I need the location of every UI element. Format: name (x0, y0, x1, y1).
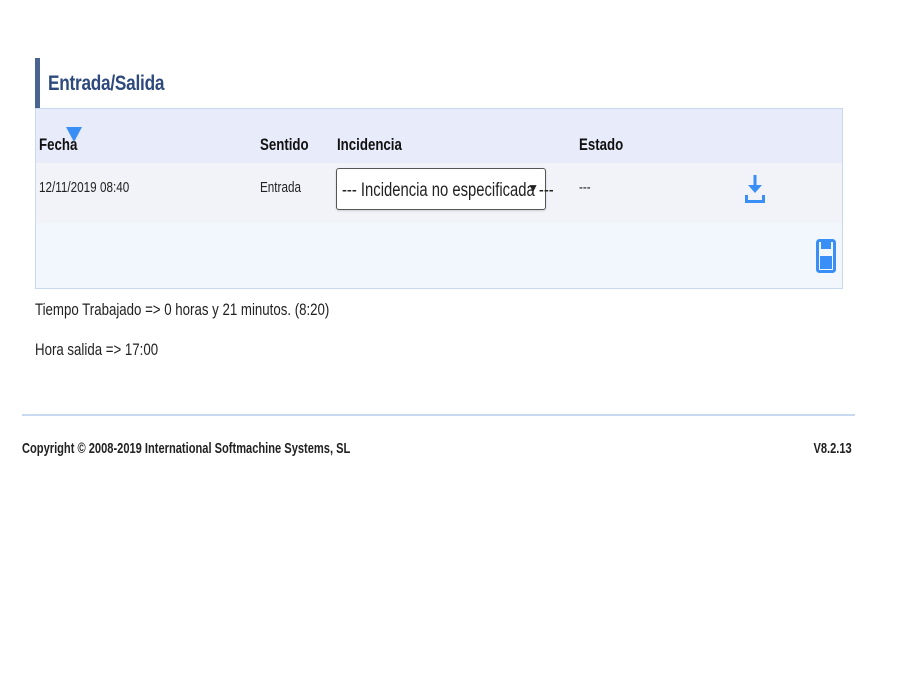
column-header-sentido: Sentido (260, 135, 309, 154)
section-title: Entrada/Salida (48, 72, 165, 95)
section-header: Entrada/Salida (35, 58, 235, 108)
table-header-row: Fecha Sentido Incidencia Estado (36, 109, 842, 163)
download-icon[interactable] (742, 173, 768, 205)
cell-sentido: Entrada (260, 179, 301, 196)
incidencia-select[interactable]: --- Incidencia no especificada --- ▼ (336, 168, 554, 210)
sort-descending-icon[interactable] (66, 127, 82, 142)
save-icon[interactable] (816, 239, 836, 273)
cell-fecha: 12/11/2019 08:40 (39, 179, 130, 196)
chevron-down-icon: ▼ (527, 181, 539, 195)
column-header-estado: Estado (579, 135, 624, 154)
footer-divider (22, 414, 855, 416)
worked-time-text: Tiempo Trabajado => 0 horas y 21 minutos… (35, 300, 330, 319)
incidencia-select-value: --- Incidencia no especificada --- (342, 180, 554, 201)
exit-time-text: Hora salida => 17:00 (35, 340, 159, 359)
version-text: V8.2.13 (813, 440, 852, 457)
column-header-incidencia: Incidencia (337, 135, 402, 154)
table-row: 12/11/2019 08:40 Entrada --- Incidencia … (36, 163, 842, 223)
cell-estado: --- (579, 179, 591, 196)
entries-table: Fecha Sentido Incidencia Estado 12/11/20… (35, 108, 843, 289)
copyright-text: Copyright © 2008-2019 International Soft… (22, 440, 351, 457)
